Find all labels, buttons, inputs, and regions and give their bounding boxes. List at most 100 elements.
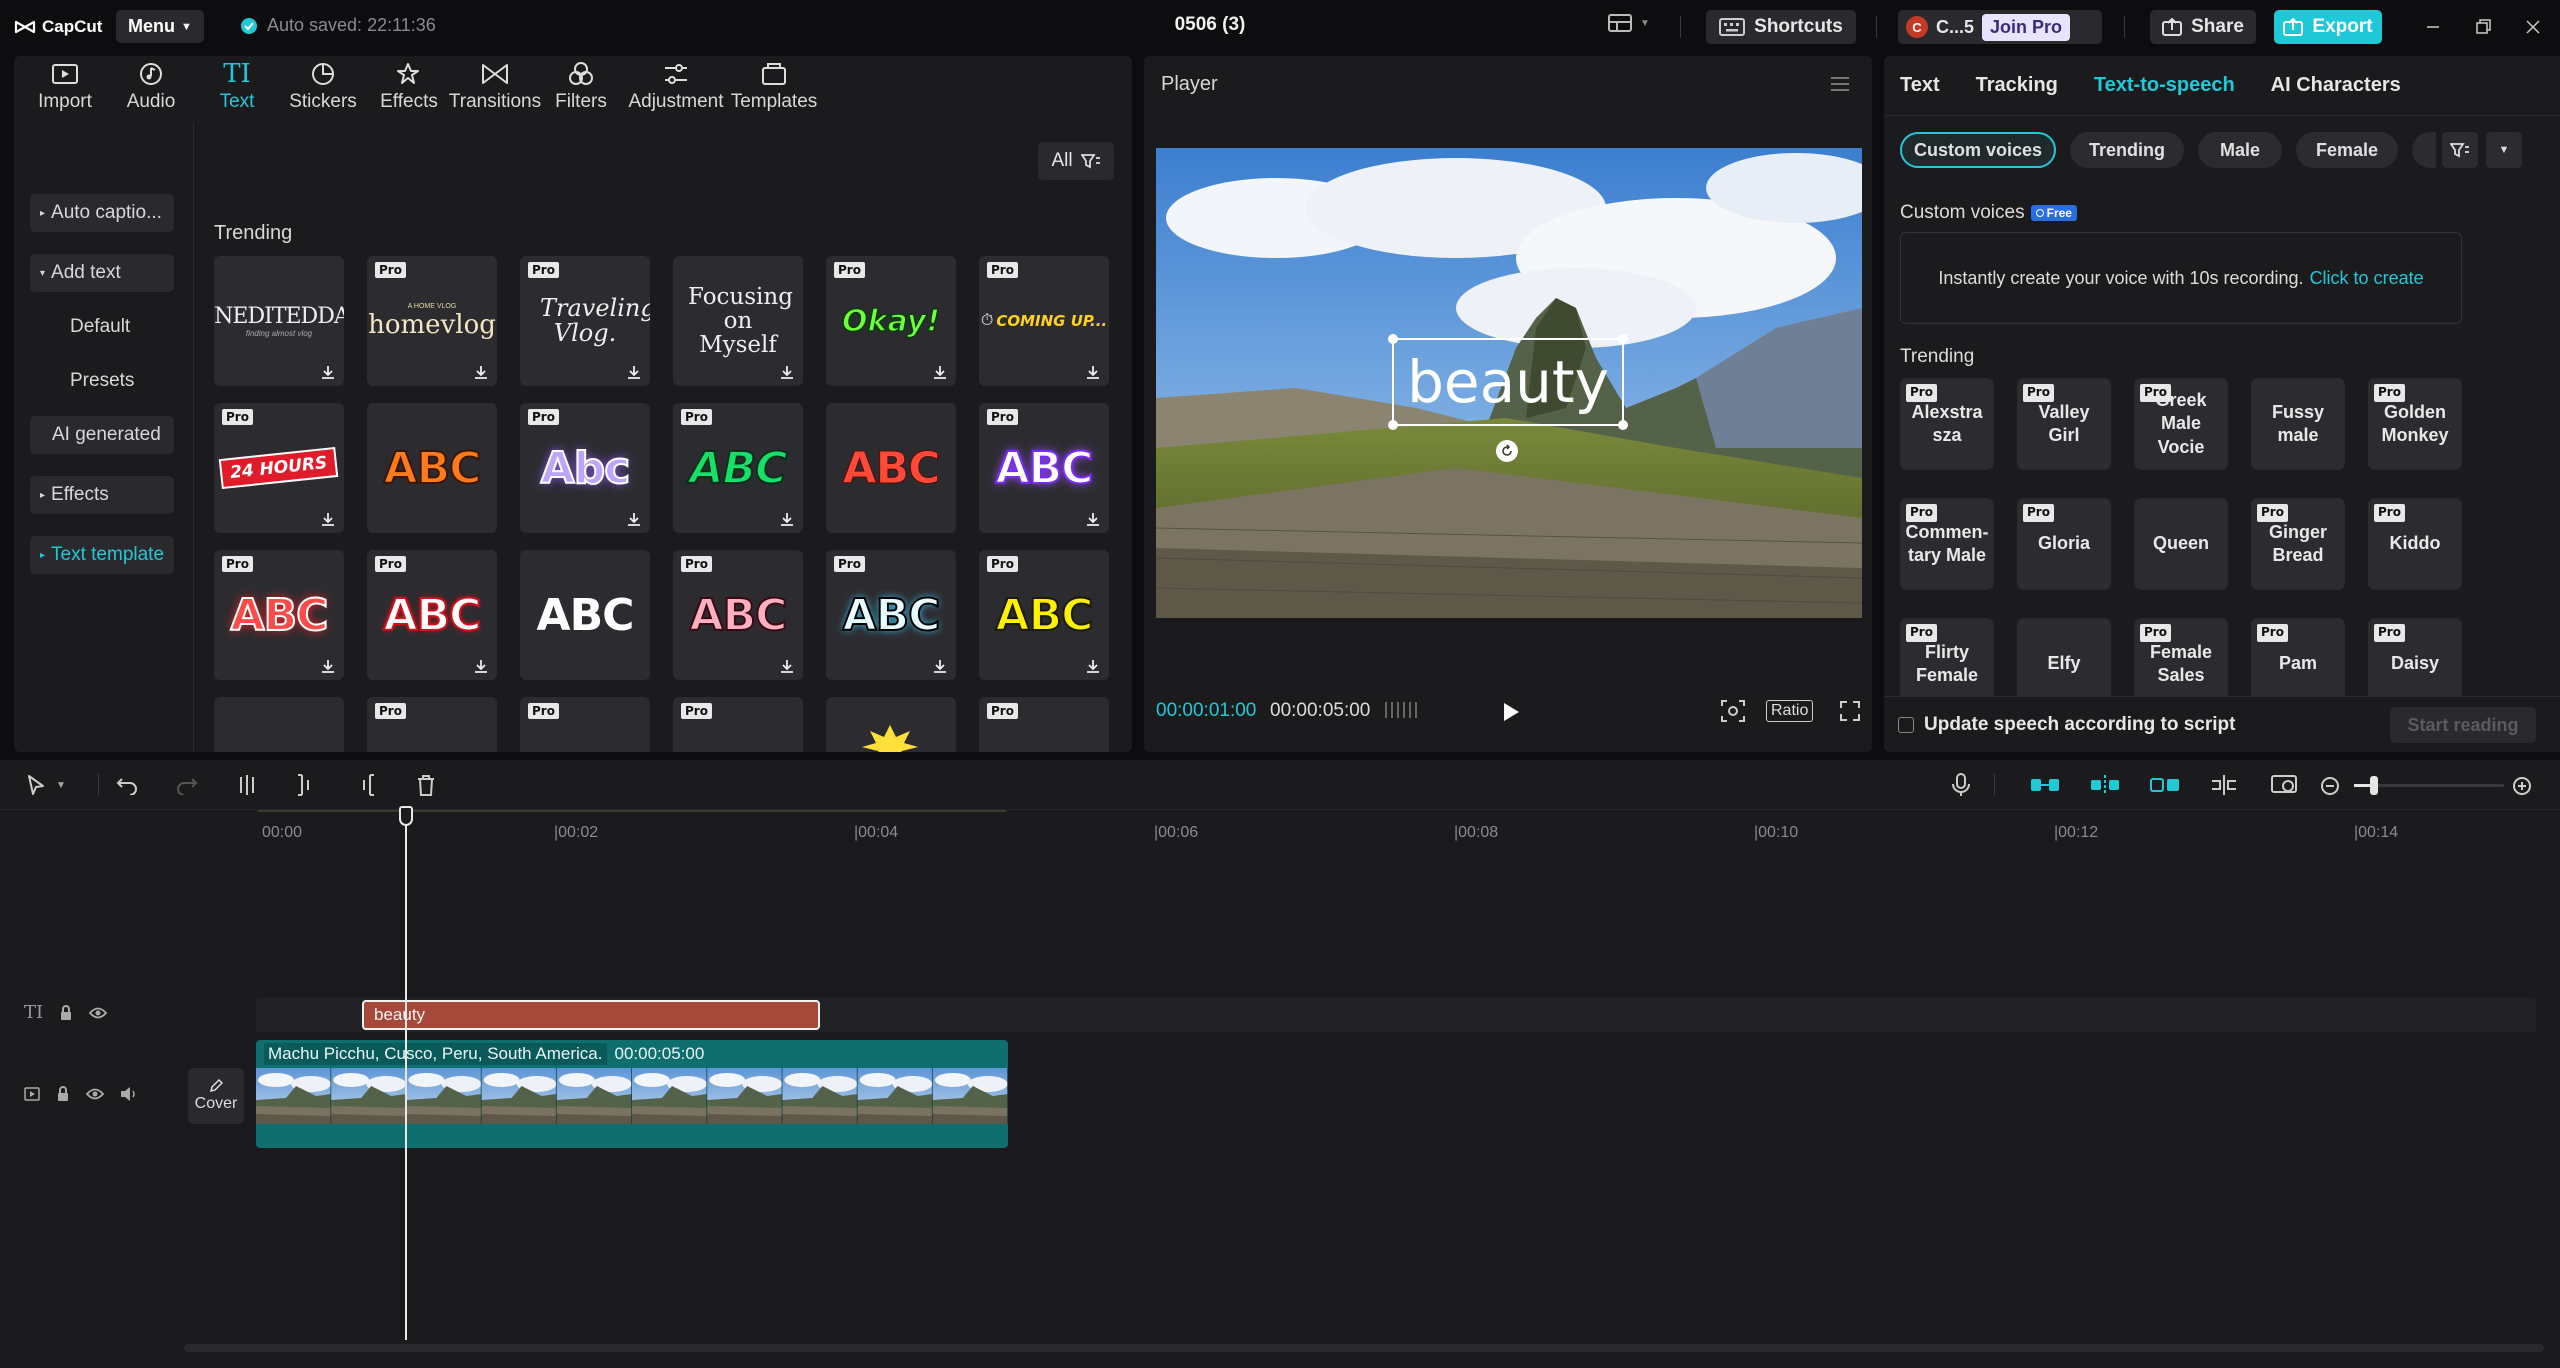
video-preview[interactable]: beauty bbox=[1156, 148, 1862, 618]
shortcuts-button[interactable]: Shortcuts bbox=[1706, 10, 1856, 44]
template-card[interactable]: Pro Traveling Vlog. bbox=[520, 256, 650, 386]
filter-custom-voices[interactable]: Custom voices bbox=[1900, 132, 2056, 168]
text-overlay-selection[interactable]: beauty bbox=[1392, 338, 1624, 426]
template-card[interactable]: Pro bbox=[979, 697, 1109, 752]
sidebar-item-effects[interactable]: ▸Effects bbox=[30, 476, 174, 514]
voice-card[interactable]: ProGolden Monkey bbox=[2368, 378, 2462, 470]
sidebar-item-default[interactable]: Default bbox=[30, 308, 174, 346]
timecode-grid-icon[interactable] bbox=[1384, 699, 1418, 721]
zoom-out-icon[interactable] bbox=[2320, 776, 2340, 796]
timeline-ruler[interactable]: 00:00 |00:02 |00:04 |00:06 |00:08 |00:10… bbox=[250, 810, 2550, 846]
template-card[interactable]: Pro ABC bbox=[979, 550, 1109, 680]
template-card[interactable]: ABC bbox=[367, 403, 497, 533]
template-card[interactable]: Pro 24 HOURS bbox=[214, 403, 344, 533]
template-card[interactable]: Pro ABC bbox=[367, 550, 497, 680]
tab-transitions[interactable]: Transitions bbox=[452, 56, 538, 118]
delete-icon[interactable] bbox=[416, 774, 436, 796]
close-button[interactable] bbox=[2524, 18, 2542, 36]
download-icon[interactable] bbox=[779, 658, 795, 674]
start-reading-button[interactable]: Start reading bbox=[2390, 707, 2536, 743]
microphone-icon[interactable] bbox=[1952, 773, 1970, 797]
voice-card[interactable]: Fussy male bbox=[2251, 378, 2345, 470]
cover-button[interactable]: Cover bbox=[188, 1068, 244, 1124]
playhead[interactable] bbox=[405, 810, 407, 1340]
template-card[interactable]: Pro bbox=[673, 697, 803, 752]
menu-button[interactable]: Menu ▼ bbox=[116, 10, 204, 43]
template-card[interactable]: Pro bbox=[520, 697, 650, 752]
sidebar-item-presets[interactable]: Presets bbox=[30, 362, 174, 400]
download-icon[interactable] bbox=[320, 658, 336, 674]
tab-text[interactable]: TI Text bbox=[194, 56, 280, 118]
sidebar-item-text-template[interactable]: ▸Text template bbox=[30, 536, 174, 574]
tab-import[interactable]: Import bbox=[22, 56, 108, 118]
resize-handle[interactable] bbox=[1388, 334, 1398, 344]
voice-card[interactable]: ProGloria bbox=[2017, 498, 2111, 590]
resize-handle[interactable] bbox=[1618, 420, 1628, 430]
download-icon[interactable] bbox=[1085, 511, 1101, 527]
split-right-icon[interactable] bbox=[358, 774, 376, 796]
voice-card[interactable]: ProAlexstra sza bbox=[1900, 378, 1994, 470]
tab-effects[interactable]: Effects bbox=[366, 56, 452, 118]
download-icon[interactable] bbox=[320, 364, 336, 380]
template-card[interactable] bbox=[826, 697, 956, 752]
template-card[interactable]: Focusing on Myself bbox=[673, 256, 803, 386]
download-icon[interactable] bbox=[779, 364, 795, 380]
main-track-magnet-icon[interactable] bbox=[2030, 776, 2060, 794]
click-to-create-link[interactable]: Click to create bbox=[2310, 268, 2424, 289]
sidebar-item-add-text[interactable]: ▾Add text bbox=[30, 254, 174, 292]
lock-icon[interactable] bbox=[56, 1086, 70, 1102]
auto-snap-icon[interactable] bbox=[2090, 774, 2120, 796]
tab-ai-characters[interactable]: AI Characters bbox=[2271, 74, 2401, 97]
download-icon[interactable] bbox=[779, 511, 795, 527]
tab-audio[interactable]: Audio bbox=[108, 56, 194, 118]
eye-icon[interactable] bbox=[89, 1006, 107, 1020]
download-icon[interactable] bbox=[320, 511, 336, 527]
checkbox[interactable] bbox=[1898, 717, 1914, 733]
download-icon[interactable] bbox=[1085, 364, 1101, 380]
filter-more-truncated[interactable] bbox=[2412, 132, 2436, 168]
minimize-button[interactable] bbox=[2424, 18, 2442, 36]
expand-filters-button[interactable]: ▼ bbox=[2486, 132, 2522, 168]
voice-card[interactable]: Queen bbox=[2134, 498, 2228, 590]
playhead-handle[interactable] bbox=[399, 806, 413, 826]
template-card[interactable]: Pro bbox=[367, 697, 497, 752]
tab-filters[interactable]: Filters bbox=[538, 56, 624, 118]
template-card[interactable]: Pro ABC bbox=[673, 550, 803, 680]
download-icon[interactable] bbox=[1085, 658, 1101, 674]
voice-card[interactable]: ProGreek Male Vocie bbox=[2134, 378, 2228, 470]
join-pro-badge[interactable]: Join Pro bbox=[1982, 14, 2070, 41]
filter-female[interactable]: Female bbox=[2296, 132, 2398, 168]
template-card[interactable] bbox=[214, 697, 344, 752]
template-card[interactable]: UNEDITEDDAYfinding almost vlog bbox=[214, 256, 344, 386]
filter-all-button[interactable]: All bbox=[1038, 142, 1114, 180]
split-left-icon[interactable] bbox=[296, 774, 314, 796]
video-clip[interactable]: Machu Picchu, Cusco, Peru, South America… bbox=[256, 1040, 1008, 1148]
download-icon[interactable] bbox=[626, 511, 642, 527]
restore-button[interactable] bbox=[2474, 18, 2492, 36]
tab-tracking[interactable]: Tracking bbox=[1976, 74, 2058, 97]
download-icon[interactable] bbox=[473, 658, 489, 674]
tab-adjustment[interactable]: Adjustment bbox=[624, 56, 728, 118]
sidebar-item-ai-generated[interactable]: AI generated bbox=[30, 416, 174, 454]
hamburger-menu-icon[interactable] bbox=[1830, 76, 1850, 92]
template-card[interactable]: Pro ⏱COMING UP... bbox=[979, 256, 1109, 386]
share-button[interactable]: Share bbox=[2150, 10, 2256, 44]
download-icon[interactable] bbox=[473, 364, 489, 380]
template-card[interactable]: ABC bbox=[826, 403, 956, 533]
timeline-scrollbar[interactable] bbox=[184, 1344, 2544, 1352]
export-button[interactable]: Export bbox=[2274, 10, 2382, 44]
voice-card[interactable]: ProKiddo bbox=[2368, 498, 2462, 590]
tab-text-to-speech[interactable]: Text-to-speech bbox=[2094, 74, 2235, 97]
zoom-slider[interactable] bbox=[2354, 784, 2504, 787]
screenshot-icon[interactable] bbox=[1720, 699, 1746, 723]
sidebar-item-auto-captions[interactable]: ▸Auto captio... bbox=[30, 194, 174, 232]
tab-templates[interactable]: Templates bbox=[728, 56, 820, 118]
undo-icon[interactable] bbox=[116, 775, 138, 795]
resize-handle[interactable] bbox=[1618, 334, 1628, 344]
download-icon[interactable] bbox=[932, 364, 948, 380]
filter-trending[interactable]: Trending bbox=[2070, 132, 2184, 168]
select-tool-button[interactable]: ▼ bbox=[26, 774, 66, 796]
tab-stickers[interactable]: Stickers bbox=[280, 56, 366, 118]
template-card[interactable]: ABC bbox=[520, 550, 650, 680]
account-button[interactable]: C C...5 Join Pro bbox=[1898, 10, 2102, 44]
